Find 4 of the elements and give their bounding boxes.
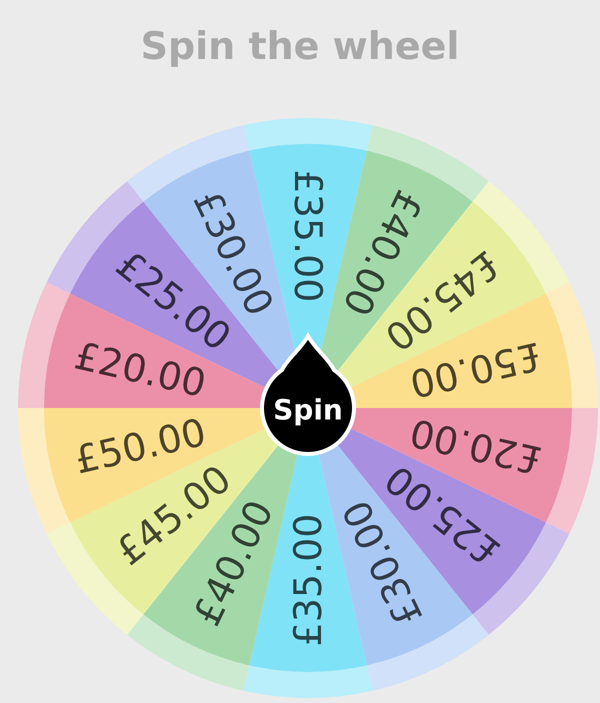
spin-button[interactable]: Spin xyxy=(260,334,356,456)
page-title: Spin the wheel xyxy=(140,23,460,70)
prize-label: £35.00 xyxy=(286,514,330,646)
prize-label: £35.00 xyxy=(286,170,330,302)
